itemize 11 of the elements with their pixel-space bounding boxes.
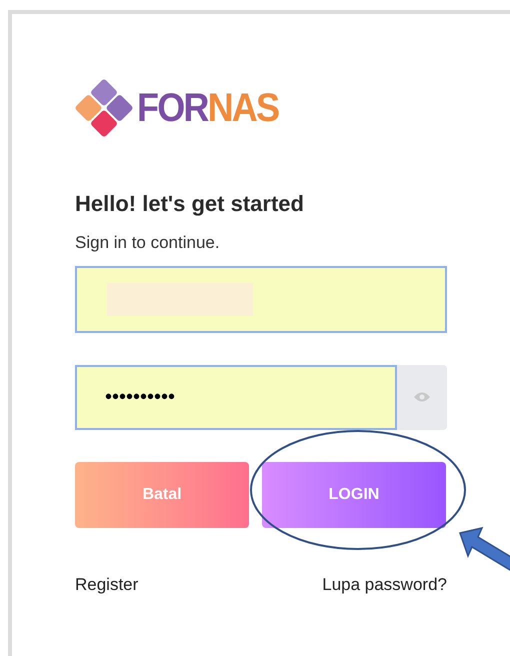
eye-icon [413,391,431,403]
heading: Hello! let's get started [75,190,305,218]
password-field[interactable]: •••••••••• [75,364,397,430]
logo-icon [75,77,133,139]
subtitle: Sign in to continue. [75,232,221,254]
logo-wordmark: FORNAS [137,88,278,128]
show-password-button[interactable] [397,364,447,430]
pointer-arrow [459,526,510,572]
register-link[interactable]: Register [75,572,138,597]
username-field[interactable] [75,266,447,332]
forgot-password-link[interactable]: Lupa password? [322,572,447,597]
